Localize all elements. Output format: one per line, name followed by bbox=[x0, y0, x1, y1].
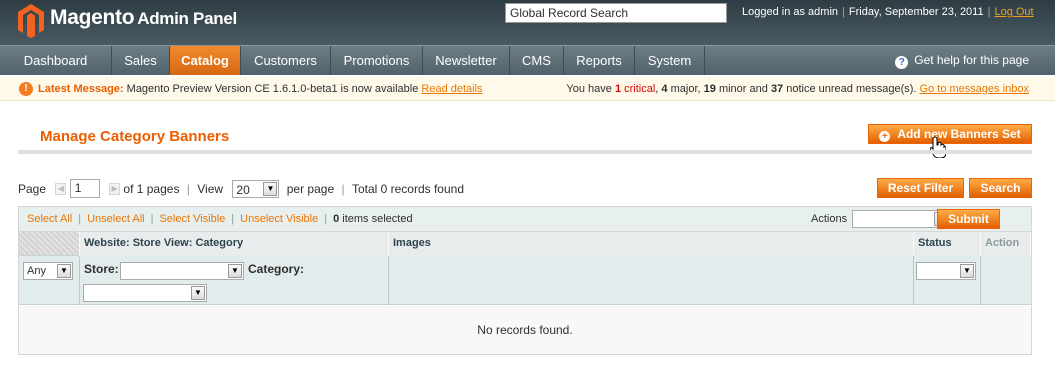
store-filter-select[interactable]: ▼ bbox=[120, 262, 244, 280]
critical-label: critical bbox=[624, 83, 656, 95]
store-filter-label: Store: bbox=[84, 262, 119, 276]
critical-count: 1 bbox=[614, 83, 622, 95]
prev-page-icon[interactable]: ◀ bbox=[55, 182, 67, 195]
notice-count: 37 bbox=[770, 83, 784, 95]
global-search-input[interactable] bbox=[505, 3, 727, 23]
help-text: Get help for this page bbox=[914, 53, 1029, 67]
view-label: View bbox=[197, 181, 224, 196]
next-page-icon[interactable]: ▶ bbox=[109, 182, 121, 195]
actions-select[interactable]: ▼ bbox=[852, 210, 950, 228]
unselect-all-link[interactable]: Unselect All bbox=[87, 213, 144, 225]
nav-customers[interactable]: Customers bbox=[241, 46, 331, 75]
grid-header: Website: Store View: Category Images Sta… bbox=[19, 232, 1031, 256]
filter-cell-checkbox: Any ▼ bbox=[19, 256, 80, 305]
message-counts: You have 1 critical, 4 major, 19 minor a… bbox=[566, 83, 1029, 95]
main-nav: Dashboard Sales Catalog Customers Promot… bbox=[0, 45, 1055, 75]
column-header-website[interactable]: Website: Store View: Category bbox=[80, 232, 389, 256]
plus-icon: + bbox=[879, 131, 891, 142]
chevron-down-icon: ▼ bbox=[57, 264, 71, 278]
nav-newsletter[interactable]: Newsletter bbox=[423, 46, 510, 75]
messages-inbox-link[interactable]: Go to messages inbox bbox=[920, 83, 1029, 95]
grid-pager: Page ◀ 1 ▶ of 1 pages | View 20 ▼ per pag… bbox=[18, 178, 464, 200]
per-page-select[interactable]: 20 ▼ bbox=[232, 179, 280, 198]
current-date: Friday, September 23, 2011 bbox=[848, 6, 984, 18]
nav-promotions[interactable]: Promotions bbox=[331, 46, 423, 75]
system-message-bar: ! Latest Message: Magento Preview Versio… bbox=[0, 77, 1055, 101]
help-icon: ? bbox=[895, 56, 909, 69]
help-link[interactable]: ? Get help for this page bbox=[895, 46, 1029, 75]
status-filter-select[interactable]: ▼ bbox=[916, 262, 976, 280]
chevron-down-icon: ▼ bbox=[263, 181, 278, 196]
minor-label: minor and bbox=[718, 83, 768, 95]
category-filter-select[interactable]: ▼ bbox=[83, 284, 207, 302]
chevron-down-icon: ▼ bbox=[191, 286, 205, 300]
grid-filter-row: Any ▼ Store: ▼ Category: ▼ ▼ bbox=[19, 256, 1031, 305]
massaction-filter-select[interactable]: Any ▼ bbox=[23, 262, 73, 280]
search-button[interactable]: Search bbox=[969, 178, 1032, 198]
header-user-info: Logged in as admin | Friday, September 23,… bbox=[742, 6, 1034, 18]
per-page-value: 20 bbox=[236, 182, 250, 197]
latest-message: Latest Message: Magento Preview Version … bbox=[38, 77, 483, 101]
nav-cms[interactable]: CMS bbox=[510, 46, 564, 75]
category-filter-label: Category: bbox=[248, 262, 305, 276]
hand-cursor-icon bbox=[930, 136, 946, 158]
filter-cell-status: ▼ bbox=[914, 256, 981, 305]
total-records: Total 0 records found bbox=[351, 181, 465, 196]
logo-subtitle: Admin Panel bbox=[137, 9, 237, 28]
select-visible-link[interactable]: Select Visible bbox=[159, 213, 225, 225]
add-banners-set-button[interactable]: + Add new Banners Set bbox=[868, 124, 1032, 144]
read-details-link[interactable]: Read details bbox=[421, 83, 482, 95]
logout-link[interactable]: Log Out bbox=[994, 6, 1033, 18]
per-page-text: per page bbox=[286, 181, 335, 196]
of-pages-text: of 1 pages bbox=[123, 181, 180, 196]
magento-logo-icon[interactable] bbox=[18, 4, 44, 38]
warning-icon: ! bbox=[19, 82, 33, 96]
filter-cell-images bbox=[389, 256, 914, 305]
actions-label: Actions bbox=[811, 213, 848, 225]
header-checkbox-col bbox=[19, 232, 80, 256]
page-title: Manage Category Banners bbox=[40, 128, 230, 145]
minor-count: 19 bbox=[703, 83, 716, 95]
selected-count: 0 bbox=[333, 213, 340, 225]
admin-header: MagentoAdmin Panel Logged in as admin|Fr… bbox=[0, 0, 1055, 45]
logged-in-text: Logged in as admin bbox=[742, 6, 839, 18]
column-header-action: Action bbox=[981, 232, 1031, 256]
reset-filter-button[interactable]: Reset Filter bbox=[877, 178, 964, 198]
filter-any-value: Any bbox=[27, 265, 46, 277]
items-selected-text: items selected bbox=[342, 213, 413, 225]
empty-grid-message: No records found. bbox=[19, 306, 1031, 354]
major-label: major, bbox=[670, 83, 701, 95]
nav-sales[interactable]: Sales bbox=[112, 46, 170, 75]
latest-message-text: Magento Preview Version CE 1.6.1.0-beta1… bbox=[126, 83, 419, 95]
nav-system[interactable]: System bbox=[635, 46, 705, 75]
major-count: 4 bbox=[661, 83, 668, 95]
page-number-input[interactable]: 1 bbox=[69, 179, 100, 199]
column-header-status[interactable]: Status bbox=[914, 232, 981, 256]
filter-cell-action bbox=[981, 256, 1031, 305]
page-label: Page bbox=[18, 181, 47, 196]
select-all-link[interactable]: Select All bbox=[27, 213, 72, 225]
nav-dashboard[interactable]: Dashboard bbox=[0, 46, 112, 75]
logo-text: Magento Admin Panel bbox=[50, 6, 237, 30]
submit-button[interactable]: Submit bbox=[937, 209, 1000, 229]
latest-message-label: Latest Message: bbox=[38, 83, 124, 95]
add-button-label: Add new Banners Set bbox=[897, 127, 1021, 141]
counts-prefix: You have bbox=[566, 83, 612, 95]
unselect-visible-link[interactable]: Unselect Visible bbox=[240, 213, 318, 225]
chevron-down-icon: ▼ bbox=[960, 264, 974, 278]
title-divider bbox=[18, 150, 1032, 154]
column-header-images[interactable]: Images bbox=[389, 232, 914, 256]
logo-brand: Magento bbox=[50, 6, 135, 29]
notice-label: notice unread message(s). bbox=[786, 83, 917, 95]
banners-grid: Website: Store View: Category Images Sta… bbox=[18, 232, 1032, 355]
massaction-bar: Select All | Unselect All | Select Visible | U… bbox=[18, 206, 1032, 232]
nav-reports[interactable]: Reports bbox=[564, 46, 635, 75]
filter-cell-website: Store: ▼ Category: ▼ bbox=[80, 256, 389, 305]
nav-catalog[interactable]: Catalog bbox=[170, 46, 241, 75]
chevron-down-icon: ▼ bbox=[228, 264, 242, 278]
